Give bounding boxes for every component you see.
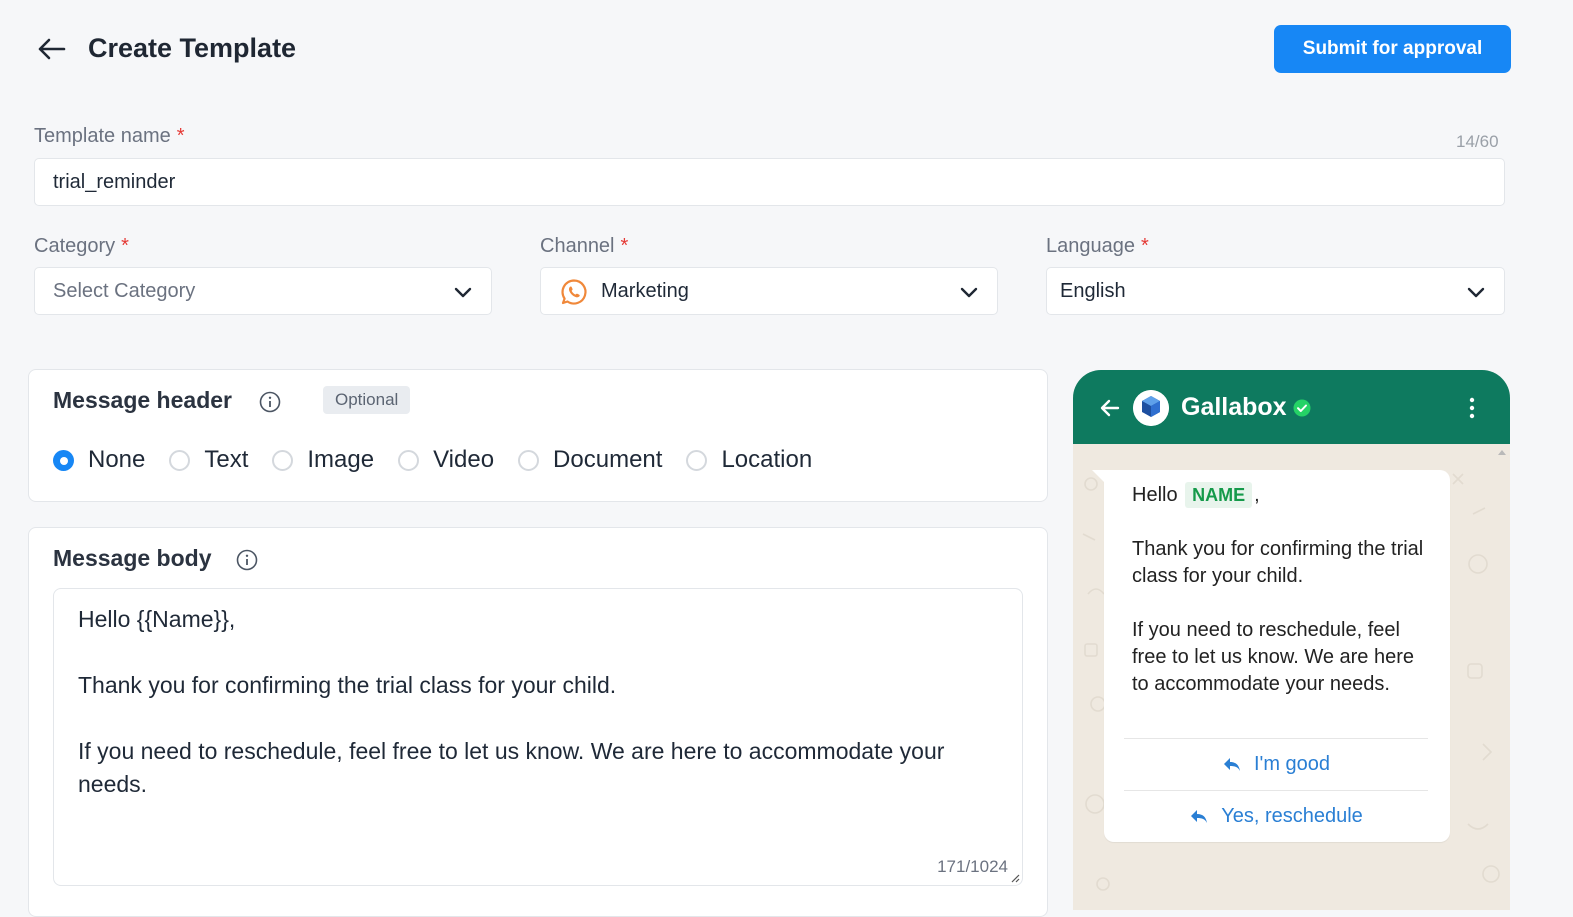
chevron-down-icon bbox=[1467, 287, 1485, 298]
reply-icon bbox=[1223, 758, 1240, 771]
channel-label: Channel * bbox=[540, 235, 629, 257]
required-mark: * bbox=[176, 125, 185, 147]
required-mark: * bbox=[620, 235, 629, 257]
radio-label: Image bbox=[307, 446, 375, 473]
resize-handle-icon[interactable] bbox=[1010, 873, 1020, 883]
header-type-radio-group: None Text Image Video Document Location bbox=[53, 443, 836, 477]
quick-reply-yes-reschedule[interactable]: Yes, reschedule bbox=[1124, 790, 1428, 841]
radio-unchecked-icon bbox=[686, 449, 708, 471]
chat-header: Gallabox bbox=[1073, 370, 1510, 444]
category-select[interactable]: Select Category bbox=[34, 267, 492, 315]
required-mark: * bbox=[1140, 235, 1149, 257]
whatsapp-preview: Gallabox Hello NAME, Thank you for confi… bbox=[1073, 370, 1510, 910]
message-body-text: Hello {{Name}}, Thank you for confirming… bbox=[78, 606, 945, 797]
preview-paragraph-1: Thank you for confirming the trial class… bbox=[1132, 538, 1424, 587]
template-name-value: trial_reminder bbox=[53, 171, 176, 193]
language-label: Language * bbox=[1046, 235, 1149, 257]
radio-text[interactable]: Text bbox=[169, 446, 248, 474]
info-icon[interactable] bbox=[236, 549, 258, 571]
radio-none[interactable]: None bbox=[53, 446, 145, 474]
avatar bbox=[1133, 390, 1169, 426]
chevron-down-icon bbox=[454, 287, 472, 298]
bubble-tail bbox=[1092, 470, 1106, 484]
radio-video[interactable]: Video bbox=[398, 446, 494, 474]
optional-badge: Optional bbox=[323, 386, 411, 414]
message-body-counter: 171/1024 bbox=[937, 857, 1008, 876]
language-select[interactable]: English bbox=[1046, 267, 1505, 315]
quick-reply-im-good[interactable]: I'm good bbox=[1124, 738, 1428, 789]
template-name-counter: 14/60 bbox=[1456, 132, 1499, 151]
message-body-card: Message body Hello {{Name}}, Thank you f… bbox=[28, 527, 1048, 917]
required-mark: * bbox=[121, 235, 129, 257]
quick-reply-label: I'm good bbox=[1253, 752, 1331, 775]
radio-image[interactable]: Image bbox=[272, 446, 374, 474]
message-body-title: Message body bbox=[53, 545, 212, 571]
radio-checked-icon bbox=[53, 449, 74, 471]
message-bubble: Hello NAME, Thank you for confirming the… bbox=[1092, 470, 1450, 842]
preview-greeting-line: Hello NAME, bbox=[1132, 482, 1260, 508]
message-body-textarea[interactable]: Hello {{Name}}, Thank you for confirming… bbox=[53, 588, 1023, 886]
template-name-label: Template name * bbox=[34, 125, 185, 147]
radio-unchecked-icon bbox=[169, 449, 191, 471]
quick-reply-label: Yes, reschedule bbox=[1221, 804, 1363, 827]
verified-badge-icon bbox=[1293, 399, 1311, 417]
channel-select[interactable]: Marketing bbox=[540, 267, 998, 315]
message-header-title: Message header bbox=[53, 387, 232, 413]
message-header-card: Message header Optional None Text Image … bbox=[28, 369, 1048, 502]
contact-name: Gallabox bbox=[1181, 393, 1287, 421]
scroll-up-icon[interactable] bbox=[1497, 448, 1507, 456]
category-placeholder: Select Category bbox=[53, 280, 196, 302]
radio-label: Video bbox=[433, 446, 495, 473]
more-options-icon bbox=[1469, 397, 1475, 419]
radio-unchecked-icon bbox=[518, 449, 540, 471]
top-bar: Create Template Submit for approval bbox=[0, 0, 1573, 100]
reply-icon bbox=[1191, 810, 1208, 823]
radio-document[interactable]: Document bbox=[518, 446, 662, 474]
submit-for-approval-button[interactable]: Submit for approval bbox=[1274, 25, 1511, 73]
radio-label: None bbox=[88, 446, 146, 473]
back-arrow-icon bbox=[1100, 399, 1120, 417]
variable-chip: NAME bbox=[1185, 482, 1253, 508]
page-title: Create Template bbox=[88, 33, 297, 63]
back-arrow-icon[interactable] bbox=[34, 32, 70, 66]
radio-unchecked-icon bbox=[272, 449, 294, 471]
category-label: Category * bbox=[34, 235, 129, 257]
preview-paragraph-2: If you need to reschedule, feel free to … bbox=[1132, 619, 1415, 695]
channel-value: Marketing bbox=[601, 280, 689, 302]
template-name-input[interactable]: trial_reminder bbox=[34, 158, 1505, 206]
radio-location[interactable]: Location bbox=[686, 446, 812, 474]
whatsapp-icon bbox=[561, 279, 587, 305]
radio-label: Location bbox=[721, 446, 813, 473]
chevron-down-icon bbox=[960, 287, 978, 298]
radio-label: Document bbox=[553, 446, 663, 473]
info-icon[interactable] bbox=[259, 391, 281, 413]
language-value: English bbox=[1060, 280, 1126, 302]
radio-unchecked-icon bbox=[398, 449, 420, 471]
radio-label: Text bbox=[204, 446, 249, 473]
preview-text: Hello NAME, Thank you for confirming the… bbox=[1132, 482, 1432, 698]
